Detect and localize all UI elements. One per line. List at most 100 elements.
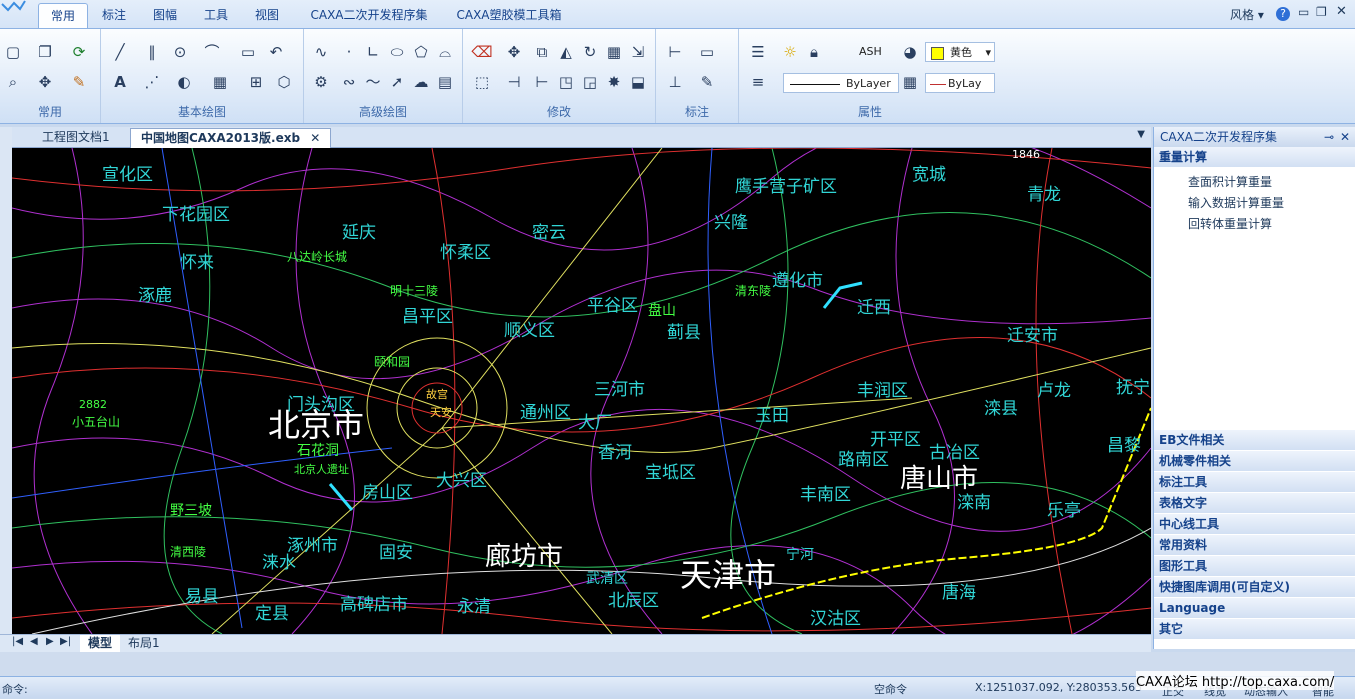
spline-icon[interactable]: ∿ [310, 41, 332, 63]
tab-mold-tools[interactable]: CAXA塑胶模工具箱 [448, 3, 570, 27]
dim-text-icon[interactable]: ▭ [696, 41, 718, 63]
tab-view[interactable]: 视图 [244, 3, 290, 27]
tab-model[interactable]: 模型 [80, 635, 121, 652]
panel-section[interactable]: 常用资料 [1154, 535, 1355, 556]
new-file-icon[interactable]: ▢ [2, 41, 24, 63]
cloud-icon[interactable]: ☁ [410, 71, 432, 93]
arc-icon[interactable]: ⌒ [201, 41, 223, 63]
panel-section[interactable]: 机械零件相关 [1154, 451, 1355, 472]
help-icon[interactable]: ? [1276, 7, 1290, 21]
line-icon[interactable]: ╱ [109, 41, 131, 63]
color-select[interactable]: 黄色 ▾ [925, 42, 995, 62]
dim-linear-icon[interactable]: ⊢ [664, 41, 686, 63]
break-line-icon[interactable]: 〜 [362, 71, 384, 93]
move-icon[interactable]: ✥ [503, 41, 525, 63]
section-weight-calc[interactable]: 重量计算 [1154, 147, 1355, 168]
gear-icon[interactable]: ⚙ [310, 71, 332, 93]
shape-icon[interactable]: ⬡ [273, 71, 295, 93]
lineweight-icon[interactable]: ≡ [747, 71, 769, 93]
copy-icon[interactable]: ❐ [34, 41, 56, 63]
rotate-icon[interactable]: ↻ [579, 41, 601, 63]
tab-secondary-dev[interactable]: CAXA二次开发程序集 [300, 3, 438, 27]
zoom-icon[interactable]: ⌕ [2, 71, 24, 93]
bulb-icon[interactable]: ☼ [779, 41, 801, 63]
polygon-icon[interactable]: ⬠ [410, 41, 432, 63]
fillet-icon[interactable]: ◳ [555, 71, 577, 93]
first-page-icon[interactable]: |◀ [12, 636, 23, 647]
copy-object-icon[interactable]: ⧉ [531, 41, 553, 63]
arrow-icon[interactable]: ➚ [386, 71, 408, 93]
panel-section[interactable]: 中心线工具 [1154, 514, 1355, 535]
tab-document-1[interactable]: 工程图文档1 [32, 128, 120, 147]
last-page-icon[interactable]: ▶| [60, 636, 71, 647]
panel-section[interactable]: 快捷图库调用(可自定义) [1154, 577, 1355, 598]
wave-icon[interactable]: ∾ [338, 71, 360, 93]
centerline-icon[interactable]: ⋰ [141, 71, 163, 93]
mirror-icon[interactable]: ◭ [555, 41, 577, 63]
circle-icon[interactable]: ⊙ [169, 41, 191, 63]
refresh-icon[interactable]: ⟳ [68, 41, 90, 63]
text-icon[interactable]: A [109, 71, 131, 93]
close-tab-icon[interactable]: ✕ [310, 131, 320, 145]
linetype-select[interactable]: ByLayer [783, 73, 899, 93]
stretch-icon[interactable]: ⇲ [627, 41, 649, 63]
layer-select[interactable]: ASH [855, 42, 899, 62]
close-panel-icon[interactable]: ✕ [1340, 127, 1350, 147]
panel-section[interactable]: 标注工具 [1154, 472, 1355, 493]
panel-item[interactable]: 输入数据计算重量 [1154, 193, 1355, 214]
next-page-icon[interactable]: ▶ [46, 636, 54, 647]
app-logo-icon[interactable] [0, 0, 26, 12]
array-icon[interactable]: ▦ [603, 41, 625, 63]
image-icon[interactable]: ▤ [434, 71, 456, 93]
offset-icon[interactable]: ⌓ [434, 41, 456, 63]
color-wheel-icon[interactable]: ◕ [899, 41, 921, 63]
erase-icon[interactable]: ⌫ [471, 41, 493, 63]
block-icon[interactable]: ▦ [209, 71, 231, 93]
trim-icon[interactable]: ⊣ [503, 71, 525, 93]
table-icon[interactable]: ⊞ [245, 71, 267, 93]
layer-icon[interactable]: ☰ [747, 41, 769, 63]
restore-icon[interactable]: ❐ [1316, 5, 1327, 19]
dim-base-icon[interactable]: ⊥ [664, 71, 686, 93]
panel-section[interactable]: 图形工具 [1154, 556, 1355, 577]
minimize-icon[interactable]: ▭ [1298, 5, 1309, 19]
command-prompt[interactable]: 命令: [2, 681, 28, 697]
hatch-icon[interactable]: ◐ [173, 71, 195, 93]
drawing-canvas[interactable]: 宣化区 下花园区 怀来 涿鹿 延庆 怀柔区 密云 兴隆 鹰手营子矿区 宽城 青龙… [12, 148, 1151, 634]
tab-common[interactable]: 常用 [38, 3, 88, 28]
panel-section[interactable]: 表格文字 [1154, 493, 1355, 514]
point-icon[interactable]: · [338, 41, 360, 63]
lineweight-select[interactable]: ByLay [925, 73, 995, 93]
panel-item[interactable]: 回转体重量计算 [1154, 214, 1355, 235]
rectangle-icon[interactable]: ▭ [237, 41, 259, 63]
explode-icon[interactable]: ✸ [603, 71, 625, 93]
parallel-icon[interactable]: ∥ [141, 41, 163, 63]
dim-edit-icon[interactable]: ✎ [696, 71, 718, 93]
panel-section[interactable]: 其它 [1154, 619, 1355, 640]
lock-icon[interactable]: 🔒︎ [803, 41, 825, 63]
linestyle-icon[interactable]: ▦ [899, 71, 921, 93]
chamfer-icon[interactable]: ◲ [579, 71, 601, 93]
tab-layout-1[interactable]: 布局1 [124, 635, 164, 652]
style-menu[interactable]: 风格 ▾ [1230, 6, 1264, 23]
panel-section[interactable]: EB文件相关 [1154, 430, 1355, 451]
close-icon[interactable]: ✕ [1336, 4, 1347, 19]
tab-frame[interactable]: 图幅 [142, 3, 188, 27]
undo-icon[interactable]: ↶ [265, 41, 287, 63]
extend-icon[interactable]: ⊢ [531, 71, 553, 93]
tab-dimension[interactable]: 标注 [92, 3, 136, 27]
format-painter-icon[interactable]: ✎ [68, 71, 90, 93]
pin-icon[interactable]: ⊸ [1324, 127, 1334, 147]
tab-tools[interactable]: 工具 [194, 3, 238, 27]
panel-section[interactable]: Language [1154, 598, 1355, 619]
ellipse-icon[interactable]: ⬭ [386, 41, 408, 63]
prev-page-icon[interactable]: ◀ [30, 636, 38, 647]
angle-icon[interactable]: ∟ [362, 41, 384, 63]
panel-item[interactable]: 查面积计算重量 [1154, 172, 1355, 193]
tab-document-2[interactable]: 中国地图CAXA2013版.exb ✕ [130, 128, 332, 148]
tab-list-chevron-icon[interactable]: ▼ [1137, 129, 1145, 140]
select-icon[interactable]: ⬚ [471, 71, 493, 93]
pan-icon[interactable]: ✥ [34, 71, 56, 93]
scale-icon[interactable]: ⬓ [627, 71, 649, 93]
map-label: 丰南区 [800, 485, 851, 505]
